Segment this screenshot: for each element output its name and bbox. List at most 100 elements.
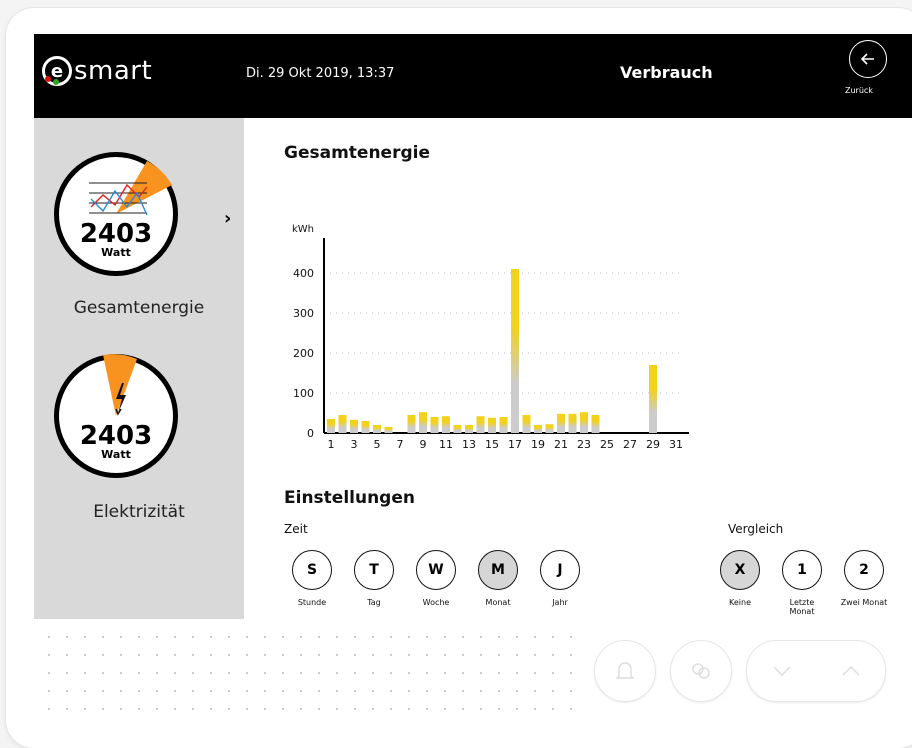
bar-day-3 bbox=[350, 419, 358, 433]
bar-day-23 bbox=[580, 412, 588, 433]
x-tick-label: 9 bbox=[420, 438, 427, 451]
gesamtenergie-unit: Watt bbox=[101, 246, 131, 259]
option-label: Woche bbox=[422, 598, 450, 607]
bar-day-11 bbox=[442, 416, 450, 433]
y-tick-label: 100 bbox=[293, 387, 314, 400]
elektrizitaet-gauge[interactable]: 2403 Watt bbox=[54, 354, 178, 478]
option-label: Zwei Monat bbox=[840, 598, 888, 607]
bar-day-12 bbox=[453, 425, 462, 433]
x-tick-label: 1 bbox=[328, 438, 335, 451]
x-tick-label: 29 bbox=[646, 438, 660, 451]
vergleich-option-2[interactable]: 2 bbox=[844, 550, 884, 590]
x-tick-label: 25 bbox=[600, 438, 614, 451]
elektrizitaet-value: 2403 bbox=[79, 421, 153, 451]
zeit-option-j[interactable]: J bbox=[540, 550, 580, 590]
option-letter: 1 bbox=[797, 562, 807, 578]
vergleich-option-x[interactable]: X bbox=[720, 550, 760, 590]
bar-day-18 bbox=[522, 415, 531, 433]
sidebar: 2403 Watt › Gesamtenergie 2403 Watt Elek… bbox=[34, 118, 244, 619]
bar-day-14 bbox=[476, 416, 485, 433]
vergleich-option-1[interactable]: 1 bbox=[782, 550, 822, 590]
bar-day-29 bbox=[649, 365, 657, 433]
logo-e-icon: e bbox=[42, 56, 72, 86]
line-chart-icon bbox=[89, 182, 148, 216]
esmart-logo: e smart bbox=[42, 56, 152, 86]
chevron-right-icon[interactable]: › bbox=[224, 208, 231, 229]
chart-title: Gesamtenergie bbox=[284, 143, 430, 163]
bar-day-22 bbox=[568, 413, 577, 433]
bar-day-24 bbox=[591, 415, 600, 433]
x-tick-label: 17 bbox=[508, 438, 522, 451]
logo-text: smart bbox=[74, 56, 153, 86]
gesamtenergie-gauge[interactable]: 2403 Watt bbox=[54, 152, 178, 276]
logo-green-dot bbox=[53, 79, 59, 85]
back-button[interactable] bbox=[849, 40, 887, 78]
y-tick-label: 0 bbox=[307, 427, 314, 440]
bar-day-16 bbox=[499, 417, 508, 433]
option-label: Jahr bbox=[552, 598, 568, 607]
option-letter: X bbox=[734, 562, 746, 578]
option-letter: W bbox=[428, 562, 444, 578]
chevron-up-icon bbox=[841, 666, 860, 676]
zeit-option-t[interactable]: T bbox=[354, 550, 394, 590]
x-tick-label: 15 bbox=[485, 438, 499, 451]
zeit-option-w[interactable]: W bbox=[416, 550, 456, 590]
link-button[interactable] bbox=[670, 640, 732, 702]
option-label: Letzte Monat bbox=[789, 598, 815, 616]
bar-day-20 bbox=[545, 424, 554, 433]
x-tick-label: 7 bbox=[397, 438, 404, 451]
bar-day-19 bbox=[534, 425, 542, 433]
arrow-left-icon bbox=[860, 53, 874, 65]
bar-day-4 bbox=[361, 421, 370, 433]
y-tick-label: 300 bbox=[293, 307, 314, 320]
y-tick-label: 400 bbox=[293, 267, 314, 280]
option-letter: T bbox=[369, 562, 379, 578]
datetime: Di. 29 Okt 2019, 13:37 bbox=[246, 66, 395, 81]
y-tick-label: 200 bbox=[293, 347, 314, 360]
bar-day-10 bbox=[430, 417, 439, 433]
bell-icon bbox=[615, 662, 635, 679]
bell-button[interactable] bbox=[594, 640, 656, 702]
back-label[interactable]: Zurück bbox=[845, 86, 873, 95]
logo-red-dot bbox=[45, 76, 51, 82]
bar-day-9 bbox=[419, 412, 427, 433]
x-tick-label: 3 bbox=[351, 438, 358, 451]
bar-day-17 bbox=[511, 269, 519, 433]
elektrizitaet-label: Elektrizität bbox=[93, 502, 185, 522]
option-letter: J bbox=[557, 562, 563, 578]
option-label: Tag bbox=[367, 598, 381, 607]
page-title: Verbrauch bbox=[620, 63, 713, 82]
zeit-option-s[interactable]: S bbox=[292, 550, 332, 590]
chevron-down-icon bbox=[772, 666, 791, 676]
x-tick-label: 21 bbox=[554, 438, 568, 451]
bar-day-13 bbox=[465, 425, 473, 433]
elektrizitaet-unit: Watt bbox=[101, 448, 131, 461]
zeit-option-m[interactable]: M bbox=[478, 550, 518, 590]
settings-title: Einstellungen bbox=[284, 488, 415, 508]
x-tick-label: 5 bbox=[374, 438, 381, 451]
gesamtenergie-label: Gesamtenergie bbox=[73, 298, 205, 318]
vergleich-label: Vergleich bbox=[728, 522, 784, 536]
option-letter: M bbox=[491, 562, 505, 578]
y-axis-unit: kWh bbox=[292, 224, 314, 235]
bar-day-5 bbox=[373, 425, 381, 433]
bar-day-1 bbox=[327, 419, 335, 433]
speaker-grille bbox=[40, 628, 580, 724]
bar-day-21 bbox=[557, 413, 565, 433]
up-down-button[interactable] bbox=[746, 640, 886, 702]
bar-day-8 bbox=[407, 415, 416, 433]
screen: e smart Di. 29 Okt 2019, 13:37 Verbrauch… bbox=[34, 34, 912, 619]
x-tick-label: 19 bbox=[531, 438, 545, 451]
link-icon bbox=[692, 663, 710, 679]
option-label: Monat bbox=[485, 598, 511, 607]
bar-day-2 bbox=[338, 415, 347, 433]
zeit-label: Zeit bbox=[284, 522, 308, 536]
option-letter: S bbox=[306, 562, 318, 578]
top-bar: e smart Di. 29 Okt 2019, 13:37 Verbrauch… bbox=[34, 34, 912, 118]
option-label: Keine bbox=[729, 598, 751, 607]
bar-day-15 bbox=[488, 417, 496, 433]
consumption-chart: kWh01002003004001 3 5 7 9 11 13 15 17 19 21 23 25 27 2… bbox=[292, 224, 689, 451]
x-tick-label: 11 bbox=[439, 438, 453, 451]
option-label: Stunde bbox=[297, 598, 327, 607]
option-letter: 2 bbox=[859, 562, 869, 578]
